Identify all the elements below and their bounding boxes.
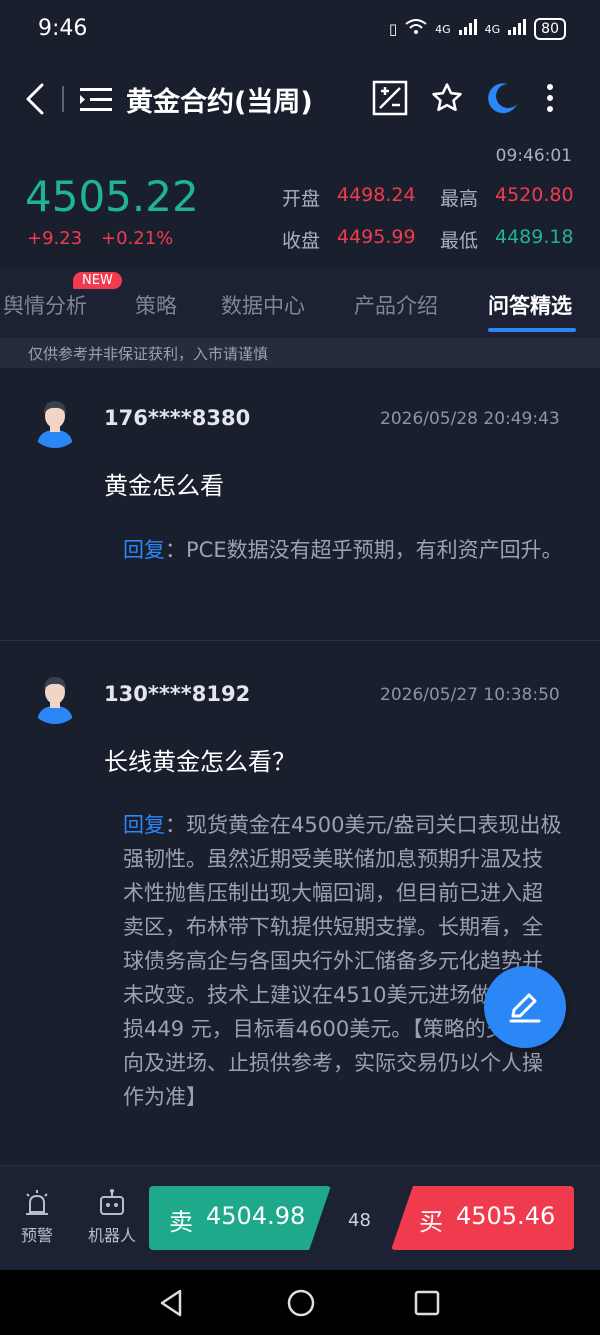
tab-data-center[interactable]: 数据中心 [221,290,305,320]
nav-back-icon[interactable] [158,1288,186,1322]
qa-answer: 回复：现货黄金在4500美元/盎司关口表现出极强韧性。虽然近期受美联储加息预期升… [123,808,563,1114]
tab-product-intro[interactable]: 产品介绍 [354,290,438,320]
buy-label: 买 [419,1208,443,1236]
write-question-button[interactable] [484,966,566,1048]
open-value: 4498.24 [337,184,416,206]
favorite-star-icon[interactable] [427,78,467,118]
header: 黄金合约(当周) [0,64,600,134]
robot-label: 机器人 [87,1226,136,1245]
status-bar: 9:46 ▯ 4G 4G 80 [0,0,600,64]
qa-username: 176****8380 [104,406,251,430]
spread-value: 48 [348,1210,371,1231]
robot-icon [100,1189,124,1215]
qa-username: 130****8192 [104,682,251,706]
alarm-icon [26,1190,48,1215]
tab-qa-selected[interactable]: 问答精选 [488,290,572,320]
signal-icon-2 [508,19,527,39]
battery-indicator: 80 [534,18,566,40]
qa-answer-text: ：PCE数据没有超乎预期，有利资产回升。 [165,538,563,562]
reply-label: 回复 [123,813,165,837]
quote-time: 09:46:01 [495,146,572,166]
network-label-2: 4G [484,22,501,36]
last-price: 4505.22 [25,172,199,221]
new-badge: NEW [73,272,122,289]
tab-strategy[interactable]: 策略 [135,290,177,320]
low-value: 4489.18 [495,226,574,248]
disclaimer-text: 仅供参考并非保证获利，入市请谨慎 [28,345,269,363]
close-value: 4495.99 [337,226,416,248]
status-icons: ▯ 4G 4G 80 [389,18,566,40]
close-label: 收盘 [282,230,321,252]
menu-list-icon[interactable] [80,86,114,114]
page-title[interactable]: 黄金合约(当周) [126,80,313,119]
qa-answer: 回复：PCE数据没有超乎预期，有利资产回升。 [123,533,563,567]
active-tab-indicator [488,328,576,332]
nav-recents-icon[interactable] [414,1290,440,1320]
robot-button[interactable]: 机器人 [82,1188,142,1246]
header-divider [62,86,64,112]
qa-answer-text: ：现货黄金在4500美元/盎司关口表现出极强韧性。虽然近期受美联储加息预期升温及… [123,813,562,1109]
alert-label: 预警 [20,1226,53,1245]
nav-home-icon[interactable] [286,1288,316,1322]
back-icon[interactable] [22,82,50,116]
night-mode-icon[interactable] [482,78,522,118]
high-value: 4520.80 [495,184,574,206]
price-change-pct: +0.21% [101,228,174,249]
wifi-icon [405,19,427,39]
qa-separator [0,640,600,641]
system-nav-bar [0,1270,600,1335]
network-label: 4G [435,22,451,36]
avatar [27,668,83,724]
low-label: 最低 [440,230,479,252]
disclaimer-banner: 仅供参考并非保证获利，入市请谨慎 [0,338,600,368]
price-change: +9.23 [27,228,83,249]
alert-button[interactable]: 预警 [7,1188,67,1246]
qa-question: 黄金怎么看 [104,472,224,500]
open-label: 开盘 [282,188,321,210]
sell-label: 卖 [169,1208,193,1236]
chart-toggle-button[interactable] [370,78,410,118]
qa-question: 长线黄金怎么看？ [104,748,296,776]
more-options-icon[interactable] [530,78,570,118]
high-label: 最高 [440,188,479,210]
sell-button[interactable]: 卖 4504.98 [149,1186,331,1250]
tab-sentiment[interactable]: 舆情分析 [3,290,87,320]
reply-label: 回复 [123,538,165,562]
qa-date: 2026/05/28 20:49:43 [380,409,560,429]
buy-price: 4505.46 [456,1202,556,1230]
edit-icon [509,993,541,1023]
vibrate-icon: ▯ [388,20,398,38]
avatar [27,392,83,448]
sell-price: 4504.98 [206,1202,306,1230]
qa-date: 2026/05/27 10:38:50 [380,685,560,705]
buy-button[interactable]: 买 4505.46 [391,1186,574,1250]
signal-icon [458,19,477,39]
status-time: 9:46 [38,16,88,41]
